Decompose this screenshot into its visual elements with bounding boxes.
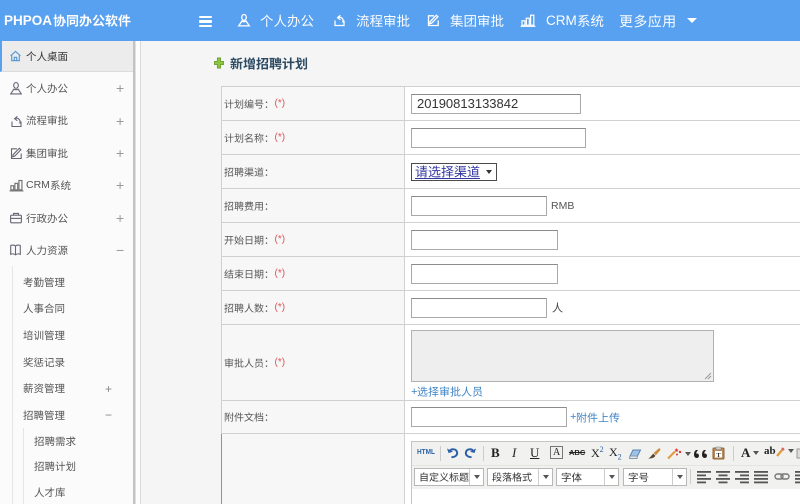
svg-text:T: T: [716, 452, 721, 459]
